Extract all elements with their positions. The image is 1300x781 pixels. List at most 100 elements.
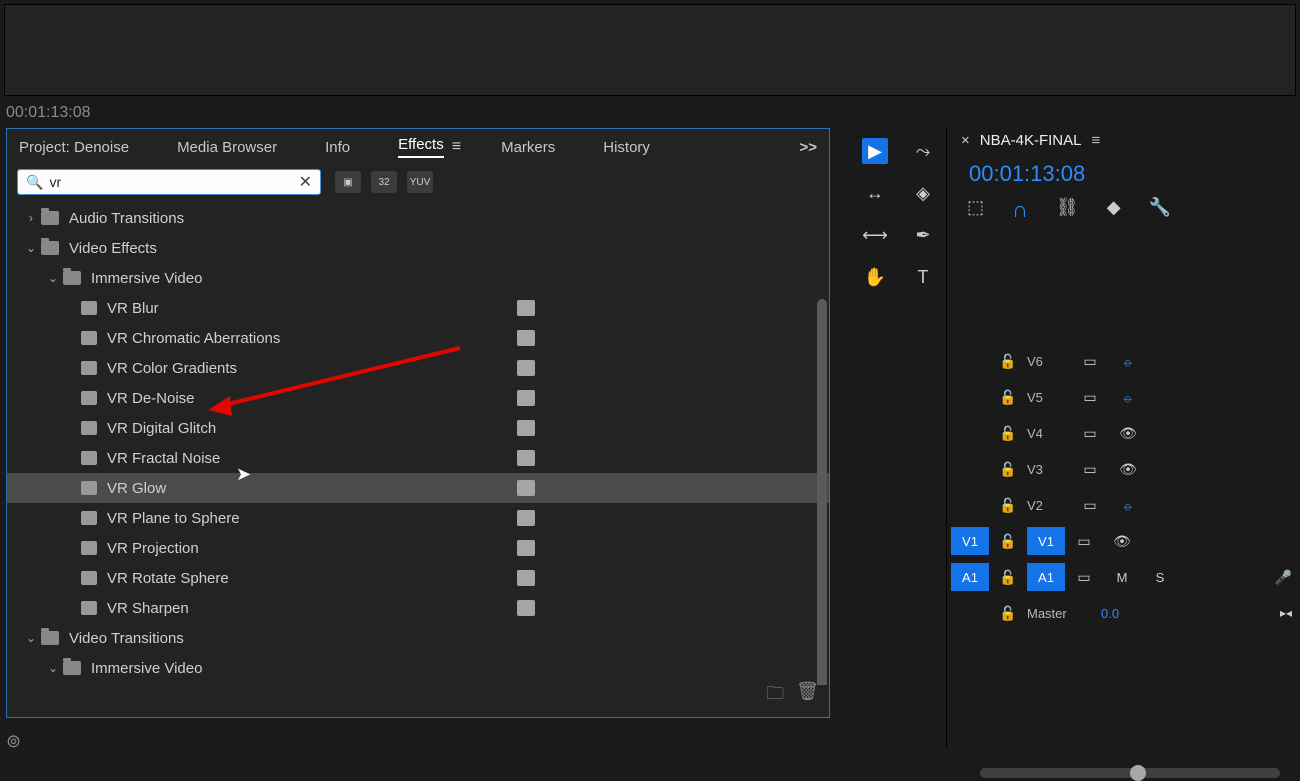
preset-icon [81, 451, 97, 465]
sync-lock-icon[interactable]: ▭ [1071, 497, 1109, 514]
accelerated-fx-icon[interactable]: ▣ [335, 171, 361, 193]
lock-icon[interactable]: 🔓 [989, 533, 1027, 550]
lock-icon[interactable]: 🔓 [989, 461, 1027, 478]
tab-project[interactable]: Project: Denoise [19, 139, 129, 156]
folder-video-transitions[interactable]: ⌄ Video Transitions [7, 623, 829, 653]
sync-lock-icon[interactable]: ▭ [1071, 389, 1109, 406]
effect-vr-glow[interactable]: VR Glow [7, 473, 829, 503]
effect-label: VR Projection [107, 540, 199, 557]
type-icon[interactable]: T [910, 264, 936, 290]
effect-vr-projection[interactable]: VR Projection [7, 533, 829, 563]
eye-icon[interactable]: 👁 [1109, 425, 1147, 442]
panel-menu-icon[interactable]: ≡ [1091, 132, 1100, 149]
lock-icon[interactable]: 🔓 [989, 425, 1027, 442]
effect-vr-fractal-noise[interactable]: VR Fractal Noise [7, 443, 829, 473]
track-label: V6 [1027, 354, 1071, 369]
sync-lock-icon[interactable]: ▭ [1065, 569, 1103, 586]
ripple-edit-icon[interactable]: ↔ [862, 180, 888, 206]
yuv-icon[interactable]: YUV [407, 171, 433, 193]
folder-icon [41, 211, 59, 225]
gpu-badge-icon [517, 540, 535, 556]
scrollbar-thumb[interactable] [1130, 765, 1146, 781]
snap-icon[interactable]: ∩ [1012, 197, 1028, 223]
pen-icon[interactable]: ✒ [910, 222, 936, 248]
effect-vr-de-noise[interactable]: VR De-Noise [7, 383, 829, 413]
solo-button[interactable]: S [1141, 570, 1179, 585]
scrollbar-vertical[interactable] [817, 299, 827, 685]
effect-vr-sharpen[interactable]: VR Sharpen [7, 593, 829, 623]
master-volume[interactable]: 0.0 [1101, 606, 1119, 621]
settings-icon[interactable]: 🔧 [1149, 197, 1171, 223]
close-sequence-icon[interactable]: × [961, 132, 970, 149]
track-v6[interactable]: 🔓V6▭⦵ [951, 343, 1300, 379]
eye-off-icon[interactable]: ⦵ [1109, 497, 1147, 514]
preset-icon [81, 421, 97, 435]
folder-video-effects[interactable]: ⌄ Video Effects [7, 233, 829, 263]
track-v1[interactable]: V1🔓V1▭👁 [951, 523, 1300, 559]
track-target-v1[interactable]: V1 [1027, 527, 1065, 555]
tab-media-browser[interactable]: Media Browser [177, 139, 277, 156]
sync-lock-icon[interactable]: ▭ [1071, 425, 1109, 442]
track-master[interactable]: 🔓Master0.0▸◂ [951, 595, 1300, 631]
eye-icon[interactable]: 👁 [1109, 461, 1147, 478]
collapse-icon[interactable]: ▸◂ [1280, 606, 1292, 620]
clear-search-icon[interactable]: ✕ [299, 172, 312, 192]
source-patch-v1[interactable]: V1 [951, 527, 989, 555]
eye-off-icon[interactable]: ⦵ [1109, 353, 1147, 370]
sync-lock-icon[interactable]: ▭ [1071, 353, 1109, 370]
timeline-zoom-scrollbar[interactable] [980, 768, 1280, 778]
markers-icon[interactable]: ◆ [1107, 197, 1121, 223]
track-v5[interactable]: 🔓V5▭⦵ [951, 379, 1300, 415]
effect-label: VR Rotate Sphere [107, 570, 229, 587]
tab-history[interactable]: History [603, 139, 650, 156]
razor-icon[interactable]: ◈ [910, 180, 936, 206]
new-bin-icon[interactable]: 🗀 [766, 681, 784, 711]
folder-icon [63, 271, 81, 285]
slip-icon[interactable]: ⟷ [862, 222, 888, 248]
search-input[interactable] [49, 174, 298, 190]
eye-icon[interactable]: 👁 [1103, 533, 1141, 550]
source-patch-a1[interactable]: A1 [951, 563, 989, 591]
linked-selection-icon[interactable]: ⛓ [1056, 197, 1079, 223]
effect-vr-plane-to-sphere[interactable]: VR Plane to Sphere [7, 503, 829, 533]
eye-off-icon[interactable]: ⦵ [1109, 389, 1147, 406]
folder-immersive-video-transitions[interactable]: ⌄ Immersive Video [7, 653, 829, 683]
tabs-overflow-icon[interactable]: >> [799, 139, 817, 156]
tab-effects[interactable]: Effects [398, 136, 444, 158]
track-a1[interactable]: A1🔓A1▭MS🎤 [951, 559, 1300, 595]
effect-vr-rotate-sphere[interactable]: VR Rotate Sphere [7, 563, 829, 593]
playhead-timecode[interactable]: 00:01:13:08 [969, 161, 1300, 187]
track-target-a1[interactable]: A1 [1027, 563, 1065, 591]
hand-icon[interactable]: ✋ [862, 264, 888, 290]
effect-vr-blur[interactable]: VR Blur [7, 293, 829, 323]
voiceover-record-icon[interactable]: 🎤 [1275, 569, 1292, 586]
effect-vr-color-gradients[interactable]: VR Color Gradients [7, 353, 829, 383]
folder-label: Video Effects [69, 240, 157, 257]
panel-menu-icon[interactable]: ≡ [452, 138, 461, 156]
track-v4[interactable]: 🔓V4▭👁 [951, 415, 1300, 451]
lock-icon[interactable]: 🔓 [989, 497, 1027, 514]
effect-vr-digital-glitch[interactable]: VR Digital Glitch [7, 413, 829, 443]
delete-icon[interactable]: 🗑 [796, 681, 819, 711]
sequence-title[interactable]: NBA-4K-FINAL [980, 132, 1082, 149]
lock-icon[interactable]: 🔓 [989, 389, 1027, 406]
folder-immersive-video[interactable]: ⌄ Immersive Video [7, 263, 829, 293]
lock-icon[interactable]: 🔓 [989, 353, 1027, 370]
preset-icon [81, 571, 97, 585]
sync-lock-icon[interactable]: ▭ [1065, 533, 1103, 550]
folder-audio-transitions[interactable]: › Audio Transitions [7, 203, 829, 233]
effects-search[interactable]: 🔍 ✕ [17, 169, 321, 195]
sync-lock-icon[interactable]: ▭ [1071, 461, 1109, 478]
lock-icon[interactable]: 🔓 [989, 605, 1027, 622]
32bit-icon[interactable]: 32 [371, 171, 397, 193]
tab-info[interactable]: Info [325, 139, 350, 156]
track-v2[interactable]: 🔓V2▭⦵ [951, 487, 1300, 523]
selection-tool-icon[interactable]: ▶ [862, 138, 888, 164]
track-select-forward-icon[interactable]: ⤳ [910, 138, 936, 164]
insert-overwrite-icon[interactable]: ⬚ [967, 197, 984, 223]
effect-vr-chromatic-aberrations[interactable]: VR Chromatic Aberrations [7, 323, 829, 353]
mute-button[interactable]: M [1103, 570, 1141, 585]
lock-icon[interactable]: 🔓 [989, 569, 1027, 586]
tab-markers[interactable]: Markers [501, 139, 555, 156]
track-v3[interactable]: 🔓V3▭👁 [951, 451, 1300, 487]
